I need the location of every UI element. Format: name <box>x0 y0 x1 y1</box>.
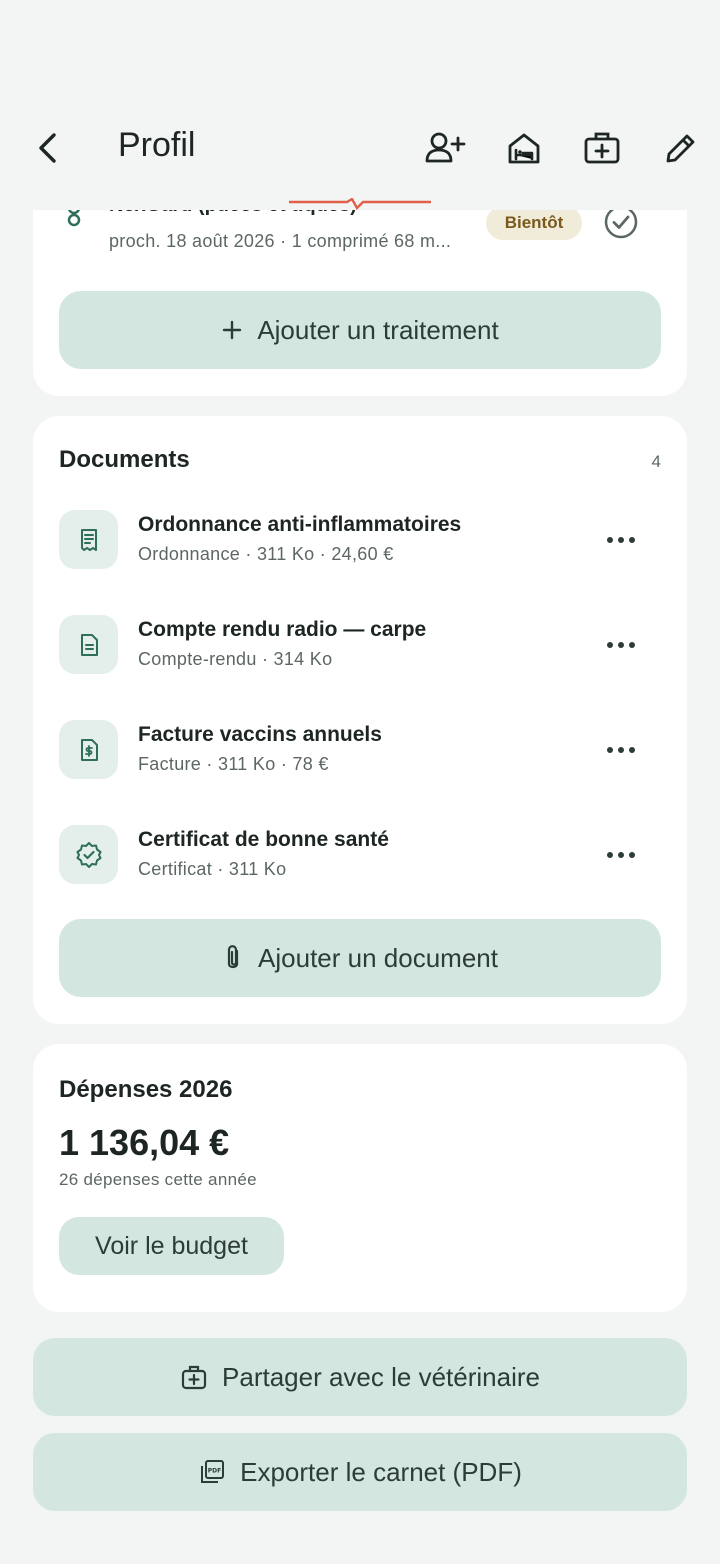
document-title: Ordonnance anti-inflammatoires <box>138 513 462 536</box>
view-budget-button[interactable]: Voir le budget <box>59 1217 284 1275</box>
more-options-icon[interactable] <box>603 732 639 768</box>
add-document-label: Ajouter un document <box>258 942 498 973</box>
back-icon[interactable] <box>30 130 66 166</box>
export-pdf-button[interactable]: PDF Exporter le carnet (PDF) <box>33 1433 687 1511</box>
documents-card: Documents 4 Ordonnance anti-inflammatoir… <box>33 416 687 1024</box>
expenses-amount: 1 136,04 € <box>59 1122 230 1163</box>
receipt-icon <box>59 510 118 569</box>
medical-bag-icon <box>180 1363 208 1391</box>
scroll-indicator-icon <box>289 198 433 210</box>
expenses-card: Dépenses 2026 1 136,04 € 26 dépenses cet… <box>33 1044 687 1312</box>
document-title: Certificat de bonne santé <box>138 828 389 851</box>
medical-kit-icon[interactable] <box>580 128 624 168</box>
certificate-badge-icon <box>59 825 118 884</box>
invoice-dollar-icon <box>59 720 118 779</box>
more-options-icon[interactable] <box>603 627 639 663</box>
documents-title: Documents <box>59 446 190 473</box>
export-pdf-label: Exporter le carnet (PDF) <box>240 1456 522 1487</box>
document-title: Compte rendu radio — carpe <box>138 618 427 641</box>
list-item[interactable]: Facture vaccins annuels Facture · 311 Ko… <box>33 720 687 800</box>
list-item[interactable]: Certificat de bonne santé Certificat · 3… <box>33 825 687 905</box>
document-icon <box>59 615 118 674</box>
document-subtitle: Compte-rendu · 314 Ko <box>138 649 333 669</box>
edit-pencil-icon[interactable] <box>658 128 702 168</box>
svg-text:PDF: PDF <box>208 1468 221 1475</box>
document-subtitle: Ordonnance · 311 Ko · 24,60 € <box>138 544 394 564</box>
more-options-icon[interactable] <box>603 522 639 558</box>
add-treatment-label: Ajouter un traitement <box>257 314 499 345</box>
treatment-subtitle: proch. 18 août 2026 · 1 comprimé 68 m... <box>109 231 452 251</box>
home-bed-icon[interactable] <box>502 128 546 168</box>
more-options-icon[interactable] <box>603 837 639 873</box>
paperclip-icon <box>222 943 244 973</box>
status-badge: Bientôt <box>486 206 582 240</box>
share-vet-button[interactable]: Partager avec le vétérinaire <box>33 1338 687 1416</box>
list-item[interactable]: Compte rendu radio — carpe Compte-rendu … <box>33 615 687 695</box>
document-subtitle: Facture · 311 Ko · 78 € <box>138 754 329 774</box>
expenses-title: Dépenses 2026 <box>59 1076 233 1103</box>
top-app-bar: Profil <box>0 110 720 210</box>
page-title: Profil <box>118 126 196 164</box>
add-document-button[interactable]: Ajouter un document <box>59 919 661 997</box>
pdf-icon: PDF <box>198 1458 226 1486</box>
document-title: Facture vaccins annuels <box>138 723 382 746</box>
add-user-icon[interactable] <box>423 128 467 168</box>
document-subtitle: Certificat · 311 Ko <box>138 859 287 879</box>
expenses-subtitle: 26 dépenses cette année <box>59 1170 257 1189</box>
plus-icon <box>221 319 243 341</box>
list-item[interactable]: Ordonnance anti-inflammatoires Ordonnanc… <box>33 510 687 590</box>
add-treatment-button[interactable]: Ajouter un traitement <box>59 291 661 369</box>
documents-count: 4 <box>651 452 661 471</box>
share-vet-label: Partager avec le vétérinaire <box>222 1361 540 1392</box>
